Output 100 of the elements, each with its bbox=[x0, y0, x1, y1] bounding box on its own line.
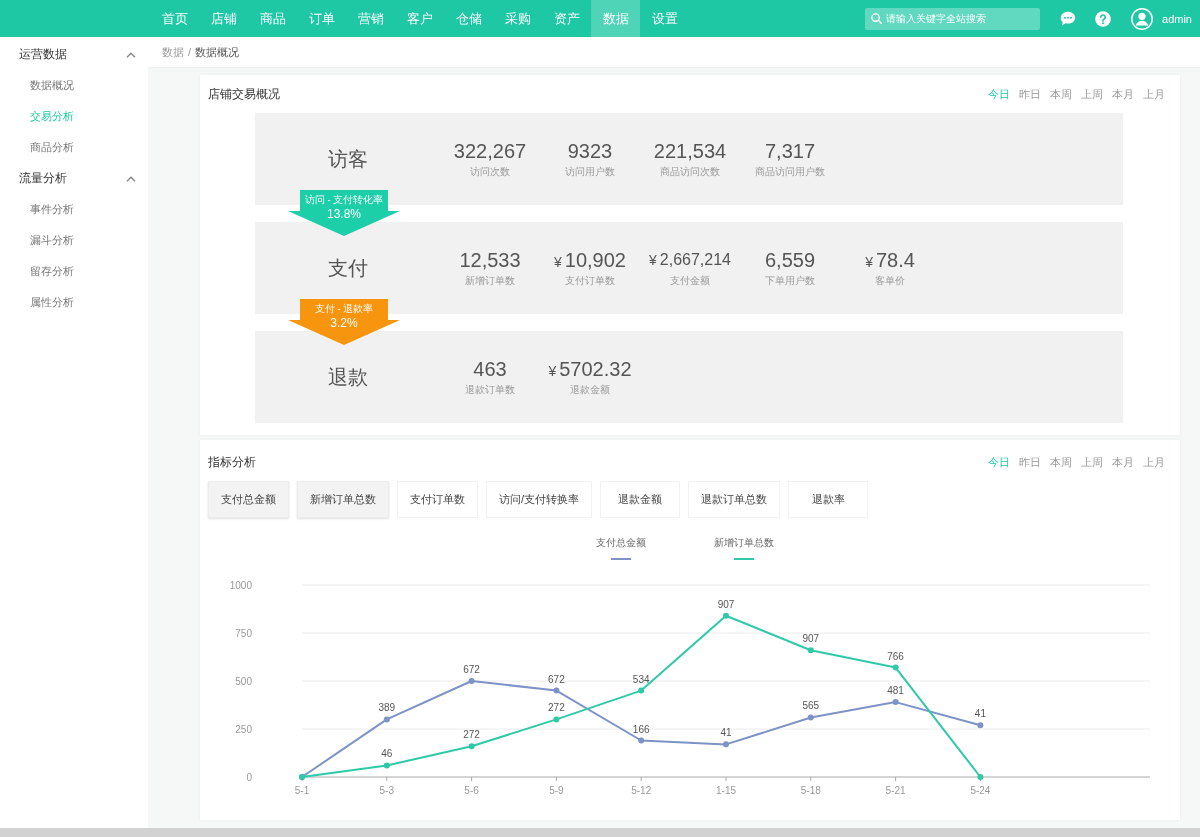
period-tab[interactable]: 上周 bbox=[1081, 87, 1103, 101]
nav-tab[interactable]: 采购 bbox=[493, 0, 542, 37]
breadcrumb-separator: / bbox=[188, 46, 192, 58]
period-tab[interactable]: 今日 bbox=[988, 455, 1010, 469]
conversion-rate: 13.8% bbox=[327, 207, 361, 221]
metric-value: 78.4 bbox=[875, 248, 915, 272]
legend-label[interactable]: 新增订单总数 bbox=[714, 537, 774, 549]
period-tab[interactable]: 上月 bbox=[1143, 455, 1165, 469]
nav-tab[interactable]: 商品 bbox=[248, 0, 297, 37]
sidebar-item[interactable]: 商品分析 bbox=[30, 140, 74, 155]
axis-label: 1-15 bbox=[716, 785, 736, 796]
help-icon[interactable] bbox=[1095, 10, 1112, 27]
period-tab[interactable]: 今日 bbox=[988, 87, 1010, 101]
axis-label: 5-9 bbox=[549, 785, 564, 796]
chevron-up-icon[interactable] bbox=[126, 175, 136, 182]
search-icon[interactable] bbox=[871, 13, 883, 24]
user-avatar-icon[interactable] bbox=[1131, 7, 1154, 30]
metric-tab[interactable]: 支付总金额 bbox=[208, 481, 289, 518]
period-tab[interactable]: 本周 bbox=[1050, 455, 1072, 469]
period-tab[interactable]: 上月 bbox=[1143, 87, 1165, 101]
data-label: 907 bbox=[802, 633, 820, 645]
data-point bbox=[723, 612, 729, 619]
metric-label: 客单价 bbox=[875, 274, 905, 288]
metric-value: 12,533 bbox=[459, 248, 521, 272]
legend-label[interactable]: 支付总金额 bbox=[596, 537, 646, 549]
period-tab[interactable]: 昨日 bbox=[1019, 87, 1041, 101]
axis-label: 5-18 bbox=[800, 785, 821, 796]
card-title: 店铺交易概况 bbox=[208, 85, 280, 103]
data-label: 272 bbox=[463, 729, 480, 741]
metric-tab[interactable]: 支付订单数 bbox=[397, 481, 478, 518]
stage-name: 退款 bbox=[327, 364, 368, 390]
nav-tab[interactable]: 订单 bbox=[297, 0, 346, 37]
data-point bbox=[807, 647, 814, 654]
metric-value: 322,267 bbox=[453, 139, 527, 163]
data-point bbox=[383, 716, 390, 723]
sidebar-item[interactable]: 属性分析 bbox=[30, 295, 74, 310]
data-label: 41 bbox=[974, 708, 986, 720]
data-point bbox=[468, 678, 475, 684]
horizontal-scrollbar[interactable] bbox=[0, 828, 1200, 837]
nav-tab[interactable]: 数据 bbox=[591, 0, 640, 37]
sidebar-group-title[interactable]: 运营数据 bbox=[19, 47, 67, 62]
metric-label: 支付订单数 bbox=[565, 274, 615, 288]
sidebar-item[interactable]: 事件分析 bbox=[30, 202, 74, 217]
axis-label: 0 bbox=[246, 771, 252, 783]
data-point bbox=[553, 716, 560, 723]
chat-bubble-icon[interactable] bbox=[1060, 11, 1077, 26]
metric-tab[interactable]: 新增订单总数 bbox=[297, 481, 389, 518]
axis-label: 5-6 bbox=[464, 785, 479, 796]
metric-tab[interactable]: 退款率 bbox=[788, 481, 869, 518]
period-tab[interactable]: 本周 bbox=[1050, 87, 1072, 101]
breadcrumb-link[interactable]: 数据 bbox=[162, 44, 184, 60]
metric-tab[interactable]: 访问/支付转换率 bbox=[486, 481, 593, 518]
metric-value: 10,902 bbox=[564, 248, 626, 272]
data-point bbox=[383, 762, 390, 769]
metric-label: 商品访问次数 bbox=[660, 165, 720, 179]
sidebar-item[interactable]: 交易分析 bbox=[30, 109, 74, 124]
sidebar-group-title[interactable]: 流量分析 bbox=[19, 171, 67, 186]
card-title: 指标分析 bbox=[208, 453, 256, 471]
period-tab[interactable]: 本月 bbox=[1112, 455, 1134, 469]
sidebar-item[interactable]: 留存分析 bbox=[30, 264, 74, 279]
user-name[interactable]: admin bbox=[1162, 12, 1192, 25]
metric-label: 退款订单数 bbox=[465, 383, 515, 397]
currency-symbol: ¥ bbox=[554, 254, 562, 270]
data-label: 166 bbox=[632, 723, 650, 735]
data-label: 481 bbox=[887, 685, 904, 697]
breadcrumb-current: 数据概况 bbox=[195, 44, 240, 60]
data-point bbox=[892, 664, 899, 671]
data-point bbox=[892, 699, 899, 706]
metric-tab[interactable]: 退款订单总数 bbox=[688, 481, 781, 518]
nav-tab[interactable]: 仓储 bbox=[444, 0, 493, 37]
axis-label: 5-21 bbox=[885, 785, 906, 796]
nav-tab[interactable]: 客户 bbox=[395, 0, 444, 37]
sidebar-item[interactable]: 漏斗分析 bbox=[30, 233, 74, 248]
data-point bbox=[638, 737, 645, 744]
data-point bbox=[723, 741, 729, 748]
stage-name: 支付 bbox=[327, 255, 368, 281]
axis-label: 500 bbox=[235, 675, 252, 687]
data-label: 565 bbox=[802, 700, 820, 712]
nav-tab[interactable]: 店铺 bbox=[199, 0, 248, 37]
metric-value: 6,559 bbox=[764, 248, 816, 272]
sidebar-item[interactable]: 数据概况 bbox=[30, 78, 74, 93]
metric-tab[interactable]: 退款金额 bbox=[600, 481, 681, 518]
metric-label: 访问次数 bbox=[470, 165, 510, 179]
metric-label: 商品访问用户数 bbox=[755, 165, 825, 179]
metric-label: 下单用户数 bbox=[765, 274, 815, 288]
nav-tab[interactable]: 设置 bbox=[640, 0, 689, 37]
data-point bbox=[553, 687, 560, 694]
nav-tab[interactable]: 资产 bbox=[542, 0, 591, 37]
metric-value: 463 bbox=[473, 357, 507, 381]
metric-label: 访问用户数 bbox=[565, 165, 615, 179]
chevron-up-icon[interactable] bbox=[126, 51, 136, 58]
axis-label: 5-1 bbox=[294, 785, 310, 796]
period-tab[interactable]: 昨日 bbox=[1019, 455, 1041, 469]
metric-label: 退款金额 bbox=[570, 383, 610, 397]
nav-tab[interactable]: 首页 bbox=[150, 0, 199, 37]
metric-label: 新增订单数 bbox=[465, 274, 515, 288]
period-tab[interactable]: 本月 bbox=[1112, 87, 1134, 101]
period-tab[interactable]: 上周 bbox=[1081, 455, 1103, 469]
nav-tab[interactable]: 营销 bbox=[346, 0, 395, 37]
axis-label: 5-24 bbox=[970, 785, 991, 796]
